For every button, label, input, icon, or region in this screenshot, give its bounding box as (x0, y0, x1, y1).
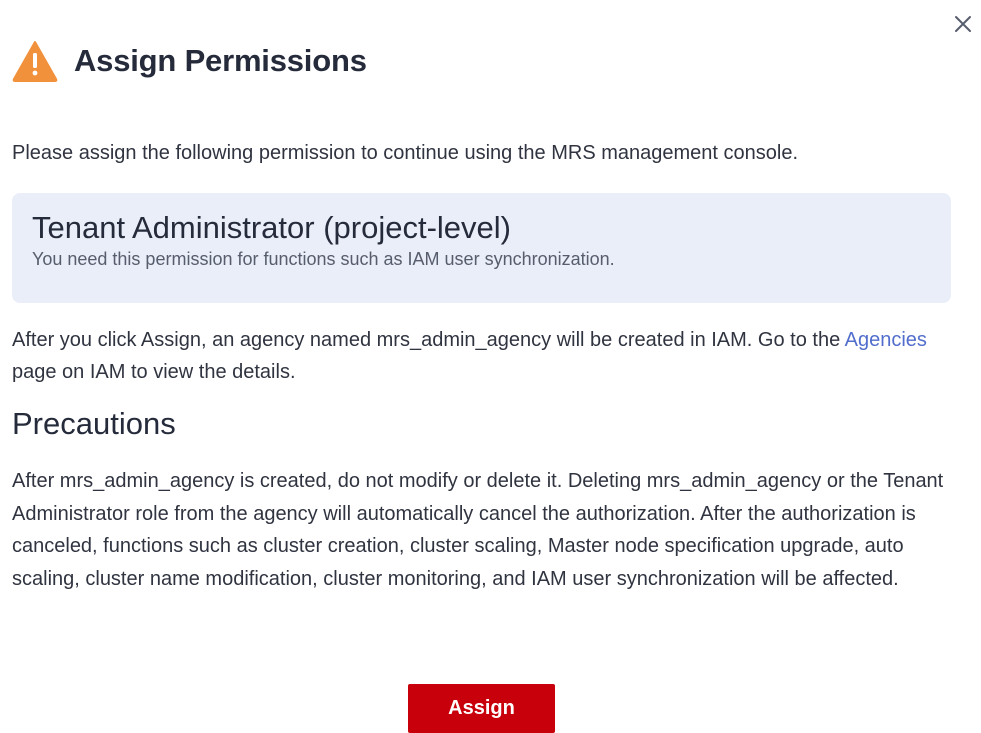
agency-info-text: After you click Assign, an agency named … (12, 329, 845, 351)
permission-description: You need this permission for functions s… (32, 249, 615, 269)
dialog-title: Assign Permissions (74, 43, 367, 78)
assign-button[interactable]: Assign (408, 684, 555, 733)
intro-text: Please assign the following permission t… (12, 142, 798, 164)
agency-info-text-end: page on IAM to view the details. (12, 361, 296, 383)
warning-icon (12, 41, 58, 82)
precautions-text: After mrs_admin_agency is created, do no… (12, 470, 944, 590)
permission-name: Tenant Administrator (project-level) (32, 210, 511, 245)
agencies-link[interactable]: Agencies (845, 329, 927, 351)
close-icon (955, 16, 971, 32)
permission-card: Tenant Administrator (project-level) You… (12, 193, 951, 303)
assign-permissions-dialog: Assign Permissions Please assign the fol… (0, 0, 981, 733)
dialog-header: Assign Permissions (12, 38, 367, 84)
close-button[interactable] (950, 11, 976, 37)
agency-info: After you click Assign, an agency named … (12, 324, 962, 388)
precautions-heading: Precautions (12, 406, 176, 441)
